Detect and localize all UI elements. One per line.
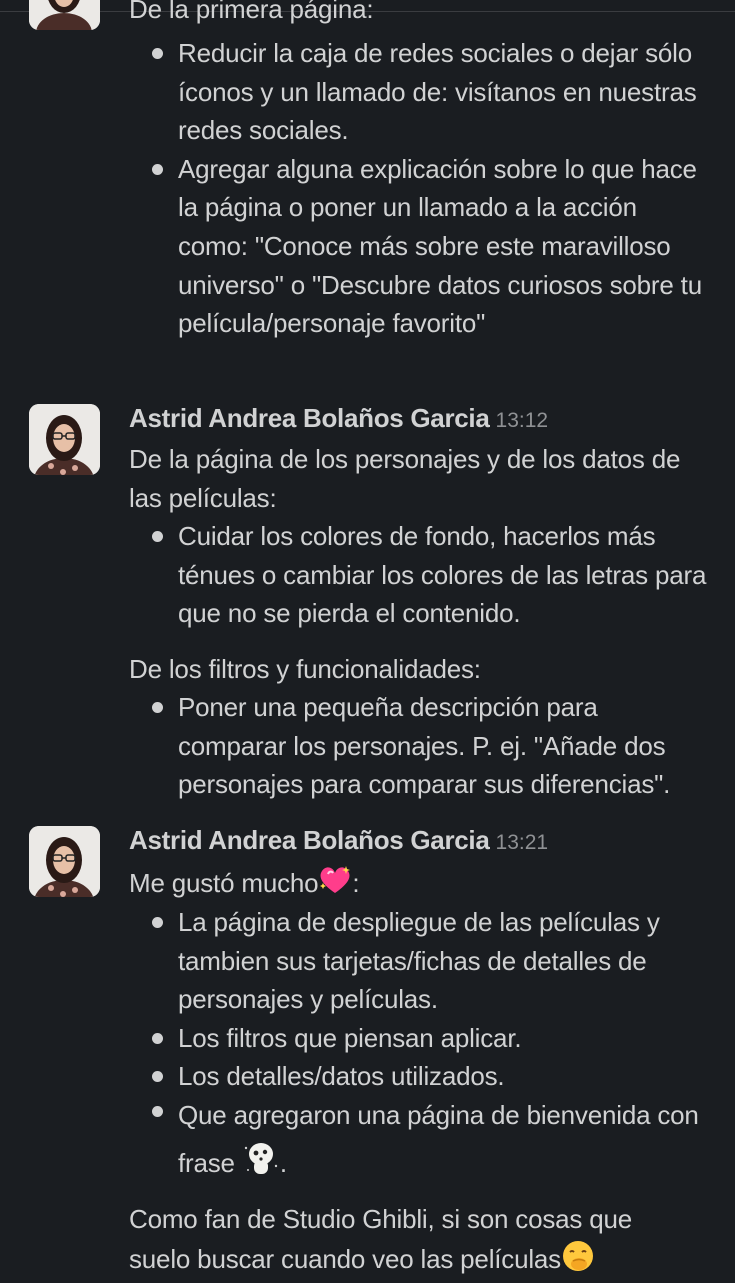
list-item: Los filtros que piensan aplicar. <box>152 1019 712 1058</box>
list-item: Reducir la caja de redes sociales o deja… <box>152 34 712 150</box>
list-item: Agregar alguna explicación sobre lo que … <box>152 150 712 343</box>
list-item: Cuidar los colores de fondo, hacerlos má… <box>152 517 712 633</box>
avatar[interactable] <box>29 826 100 897</box>
bullet-list: La página de despliegue de las películas… <box>152 903 712 1192</box>
message-header: Astrid Andrea Bolaños Garcia 13:12 <box>129 400 548 441</box>
intro-suffix: : <box>352 868 360 898</box>
list-item-suffix: . <box>279 1147 287 1178</box>
avatar[interactable] <box>29 404 100 475</box>
section-intro: De la página de los personajes y de los … <box>129 444 681 513</box>
section-intro: De los filtros y funcionalidades: <box>129 654 481 684</box>
closing-paragraph: Como fan de Studio Ghibli, si son cosas … <box>129 1200 649 1283</box>
timestamp[interactable]: 13:21 <box>496 831 549 854</box>
hand-over-mouth-icon <box>561 1239 595 1283</box>
list-item: La página de despliegue de las películas… <box>152 903 712 1019</box>
section-intro: Me gustó mucho : <box>129 864 719 905</box>
author-name[interactable]: Astrid Andrea Bolaños Garcia <box>129 825 490 855</box>
section-intro: De la primera página: <box>129 0 374 24</box>
intro-text: Me gustó mucho <box>129 868 319 898</box>
list-item: Que agregaron una página de bienvenida c… <box>152 1092 712 1192</box>
bullet-list: Poner una pequeña descripción para compa… <box>152 688 712 804</box>
closing-text: Como fan de Studio Ghibli, si son cosas … <box>129 1204 633 1274</box>
avatar[interactable] <box>29 0 100 30</box>
message-header: Astrid Andrea Bolaños Garcia 13:21 <box>129 822 548 863</box>
list-item: Los detalles/datos utilizados. <box>152 1057 712 1096</box>
timestamp[interactable]: 13:12 <box>496 409 549 432</box>
bullet-list: Reducir la caja de redes sociales o deja… <box>152 34 712 343</box>
sparkling-heart-icon <box>318 865 352 906</box>
author-name[interactable]: Astrid Andrea Bolaños Garcia <box>129 403 490 433</box>
kodama-icon <box>242 1138 280 1192</box>
list-item: Poner una pequeña descripción para compa… <box>152 688 712 804</box>
bullet-list: Cuidar los colores de fondo, hacerlos má… <box>152 517 712 633</box>
